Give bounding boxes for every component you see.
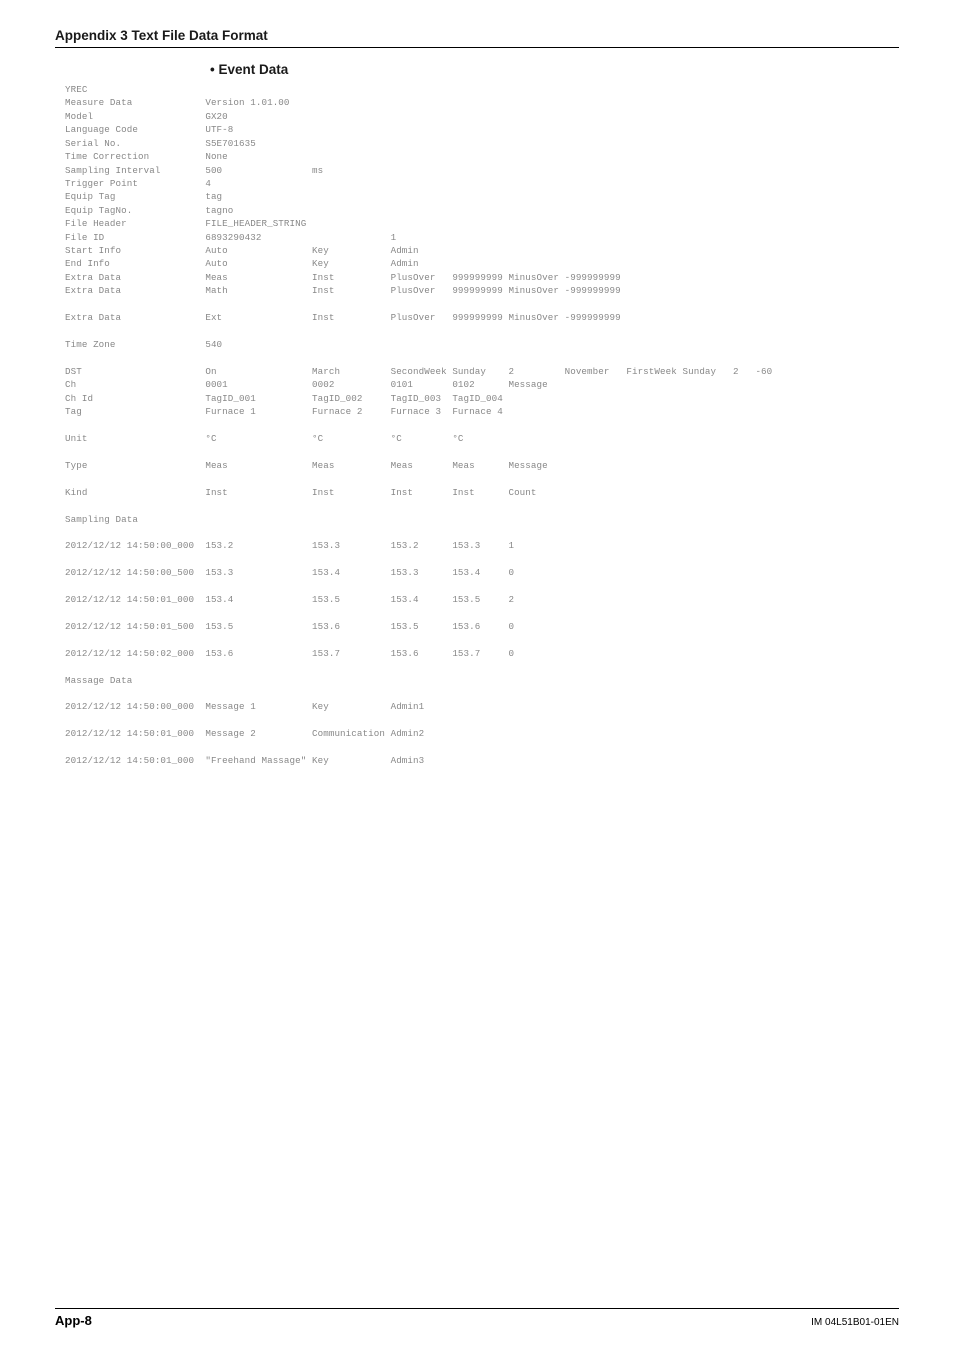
doc-id: IM 04L51B01-01EN (811, 1317, 899, 1328)
text-data-block: YREC Measure Data Version 1.01.00 Model … (65, 83, 899, 768)
page-number: App-8 (55, 1313, 92, 1328)
bullet-head: Event Data (210, 62, 899, 77)
page-footer: App-8 IM 04L51B01-01EN (55, 1308, 899, 1328)
section-title: Appendix 3 Text File Data Format (55, 28, 899, 48)
